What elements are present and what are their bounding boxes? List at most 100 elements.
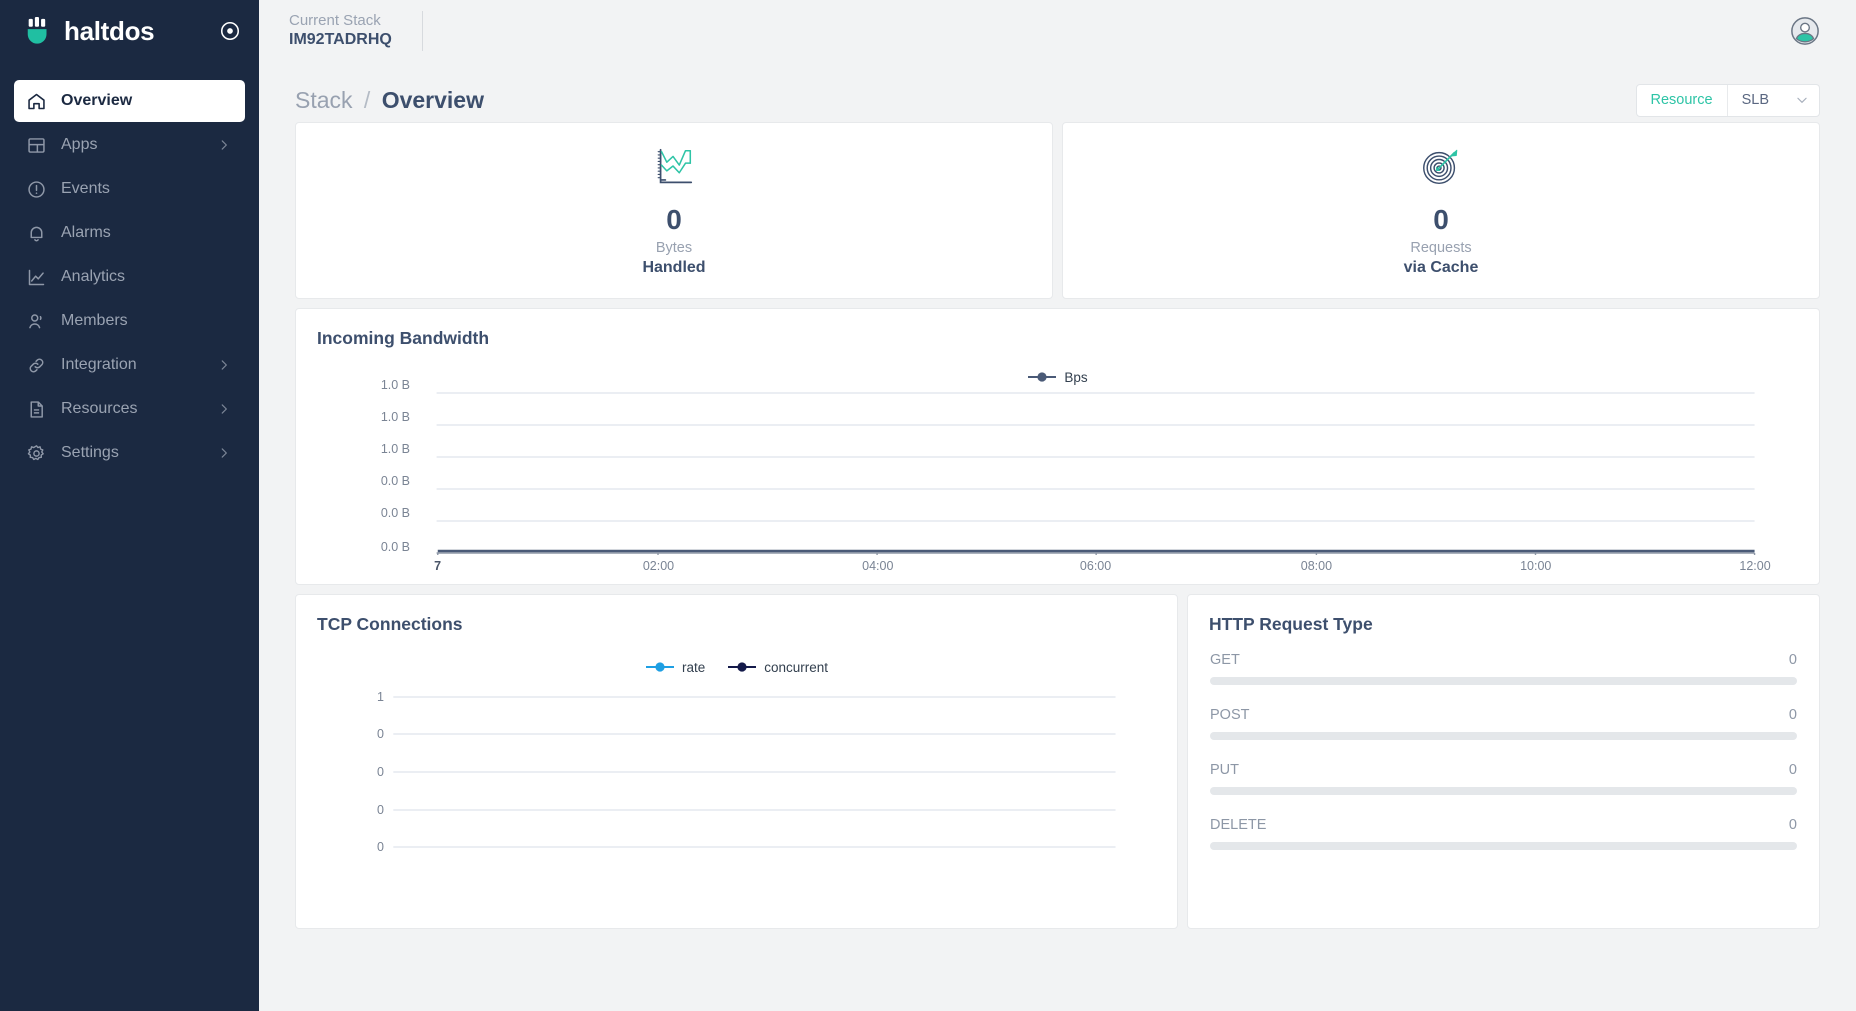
sidebar-item-events[interactable]: Events [14, 168, 245, 210]
list-item: POST 0 [1210, 707, 1797, 740]
legend-item-bps[interactable]: Bps [1027, 369, 1088, 385]
sidebar-item-label: Resources [61, 400, 138, 417]
sidebar-item-analytics[interactable]: Analytics [14, 256, 245, 298]
incoming-bandwidth-panel: Incoming Bandwidth Bps 1.0 B 1.0 B 1.0 B… [295, 308, 1820, 585]
legend-label: Bps [1064, 369, 1088, 385]
haltdos-logo-icon [24, 16, 54, 46]
stat-card-requests-via-cache: 0 Requests via Cache [1062, 122, 1820, 299]
http-progress-bar [1210, 731, 1797, 740]
http-method-label: DELETE [1210, 816, 1267, 833]
http-method-label: PUT [1210, 761, 1239, 778]
sidebar-item-overview[interactable]: Overview [14, 80, 245, 122]
alert-circle-icon [26, 179, 47, 200]
chart-line-icon [26, 267, 47, 288]
bell-icon [26, 223, 47, 244]
stat-unit: Requests [1410, 239, 1472, 256]
app-root: haltdos Overview Apps Events Alarms Anal… [0, 0, 1856, 1011]
topbar: Current Stack IM92TADRHQ [259, 0, 1856, 62]
http-request-type-panel: HTTP Request Type GET 0 POST 0 PUT 0 DEL… [1187, 594, 1820, 929]
stat-value: 0 [666, 203, 682, 235]
sidebar-item-label: Overview [61, 92, 133, 109]
panel-title: TCP Connections [317, 614, 463, 634]
http-request-type-list: GET 0 POST 0 PUT 0 DELETE 0 [1188, 634, 1819, 850]
bottom-row: TCP Connections rate concurrent 1 0 0 0 … [295, 594, 1820, 929]
http-method-label: POST [1210, 706, 1250, 723]
user-avatar-icon[interactable] [1790, 16, 1820, 46]
list-item: DELETE 0 [1210, 817, 1797, 850]
http-item-head: PUT 0 [1210, 762, 1797, 778]
sidebar-item-label: Events [61, 180, 110, 197]
sidebar-item-alarms[interactable]: Alarms [14, 212, 245, 254]
sidebar-item-resources[interactable]: Resources [14, 388, 245, 430]
bandwidth-legend: Bps [296, 370, 1819, 385]
chevron-right-icon [217, 138, 231, 152]
layout-icon [26, 135, 47, 156]
chevron-right-icon [217, 402, 231, 416]
stat-cards-row: 0 Bytes Handled 0 Requests via Cache [295, 122, 1820, 299]
link-icon [26, 355, 47, 376]
xtick-label: 08:00 [1300, 558, 1333, 573]
target-arrow-icon [1418, 144, 1464, 190]
tcp-plot: 1 0 0 0 0 [296, 689, 1177, 869]
bandwidth-xtick-labels: 7 02:00 04:00 06:00 08:00 10:00 12:00 [296, 555, 1819, 581]
http-item-head: DELETE 0 [1210, 817, 1797, 833]
http-method-value: 0 [1788, 761, 1797, 778]
brand-row: haltdos [0, 0, 259, 62]
target-circle-icon[interactable] [219, 20, 241, 42]
sidebar-item-settings[interactable]: Settings [14, 432, 245, 474]
http-method-value: 0 [1788, 706, 1797, 723]
stat-caption: via Cache [1403, 259, 1479, 277]
http-progress-bar [1210, 841, 1797, 850]
breadcrumb-current: Overview [381, 86, 484, 113]
page-header: Stack / Overview Resource SLB [295, 62, 1820, 122]
page-content: Stack / Overview Resource SLB 0 Bytes Ha… [259, 62, 1856, 1011]
sidebar-item-label: Integration [61, 356, 137, 373]
current-stack-block: Current Stack IM92TADRHQ [289, 11, 423, 51]
gear-icon [26, 443, 47, 464]
chevron-right-icon [217, 446, 231, 460]
http-item-head: POST 0 [1210, 707, 1797, 723]
resource-selector[interactable]: Resource SLB [1635, 83, 1820, 117]
document-icon [26, 399, 47, 420]
chevron-right-icon [217, 358, 231, 372]
http-method-value: 0 [1788, 816, 1797, 833]
legend-marker-icon [1027, 371, 1057, 383]
xtick-label: 04:00 [862, 558, 894, 573]
sidebar-item-label: Apps [61, 136, 98, 153]
list-item: PUT 0 [1210, 762, 1797, 795]
sidebar: haltdos Overview Apps Events Alarms Anal… [0, 0, 259, 1011]
home-icon [26, 91, 47, 112]
sidebar-item-integration[interactable]: Integration [14, 344, 245, 386]
xtick-label: 06:00 [1079, 558, 1112, 573]
legend-label: rate [681, 659, 706, 675]
main-area: Current Stack IM92TADRHQ Stack / Overvie… [259, 0, 1856, 1011]
legend-marker-icon [727, 661, 757, 673]
legend-item-rate[interactable]: rate [645, 660, 705, 675]
tcp-connections-panel: TCP Connections rate concurrent 1 0 0 0 … [295, 594, 1178, 929]
http-item-head: GET 0 [1210, 652, 1797, 668]
sidebar-item-apps[interactable]: Apps [14, 124, 245, 166]
bandwidth-plot: 1.0 B 1.0 B 1.0 B 0.0 B 0.0 B 0.0 B 7 02… [296, 378, 1819, 581]
sidebar-nav: Overview Apps Events Alarms Analytics Me… [0, 80, 259, 476]
resource-selector-value-text: SLB [1741, 92, 1769, 108]
xtick-label: 10:00 [1520, 558, 1552, 573]
legend-marker-icon [645, 661, 675, 673]
sidebar-item-label: Alarms [61, 224, 111, 241]
http-method-value: 0 [1788, 651, 1797, 668]
stat-unit: Bytes [655, 239, 693, 256]
resource-selector-label: Resource [1637, 84, 1728, 116]
breadcrumb-separator: / [363, 86, 371, 113]
brand-name: haltdos [64, 16, 155, 46]
list-item: GET 0 [1210, 652, 1797, 685]
xtick-label: 12:00 [1739, 558, 1771, 573]
breadcrumb-parent[interactable]: Stack [295, 87, 353, 113]
legend-label: concurrent [764, 659, 829, 675]
chevron-down-icon [1795, 93, 1809, 107]
sidebar-item-members[interactable]: Members [14, 300, 245, 342]
xtick-label: 7 [434, 558, 442, 573]
resource-selector-value[interactable]: SLB [1728, 85, 1819, 116]
chart-line-card-icon [651, 144, 697, 190]
legend-item-concurrent[interactable]: concurrent [727, 660, 828, 675]
sidebar-item-label: Settings [61, 444, 119, 461]
panel-title: HTTP Request Type [1209, 614, 1373, 634]
